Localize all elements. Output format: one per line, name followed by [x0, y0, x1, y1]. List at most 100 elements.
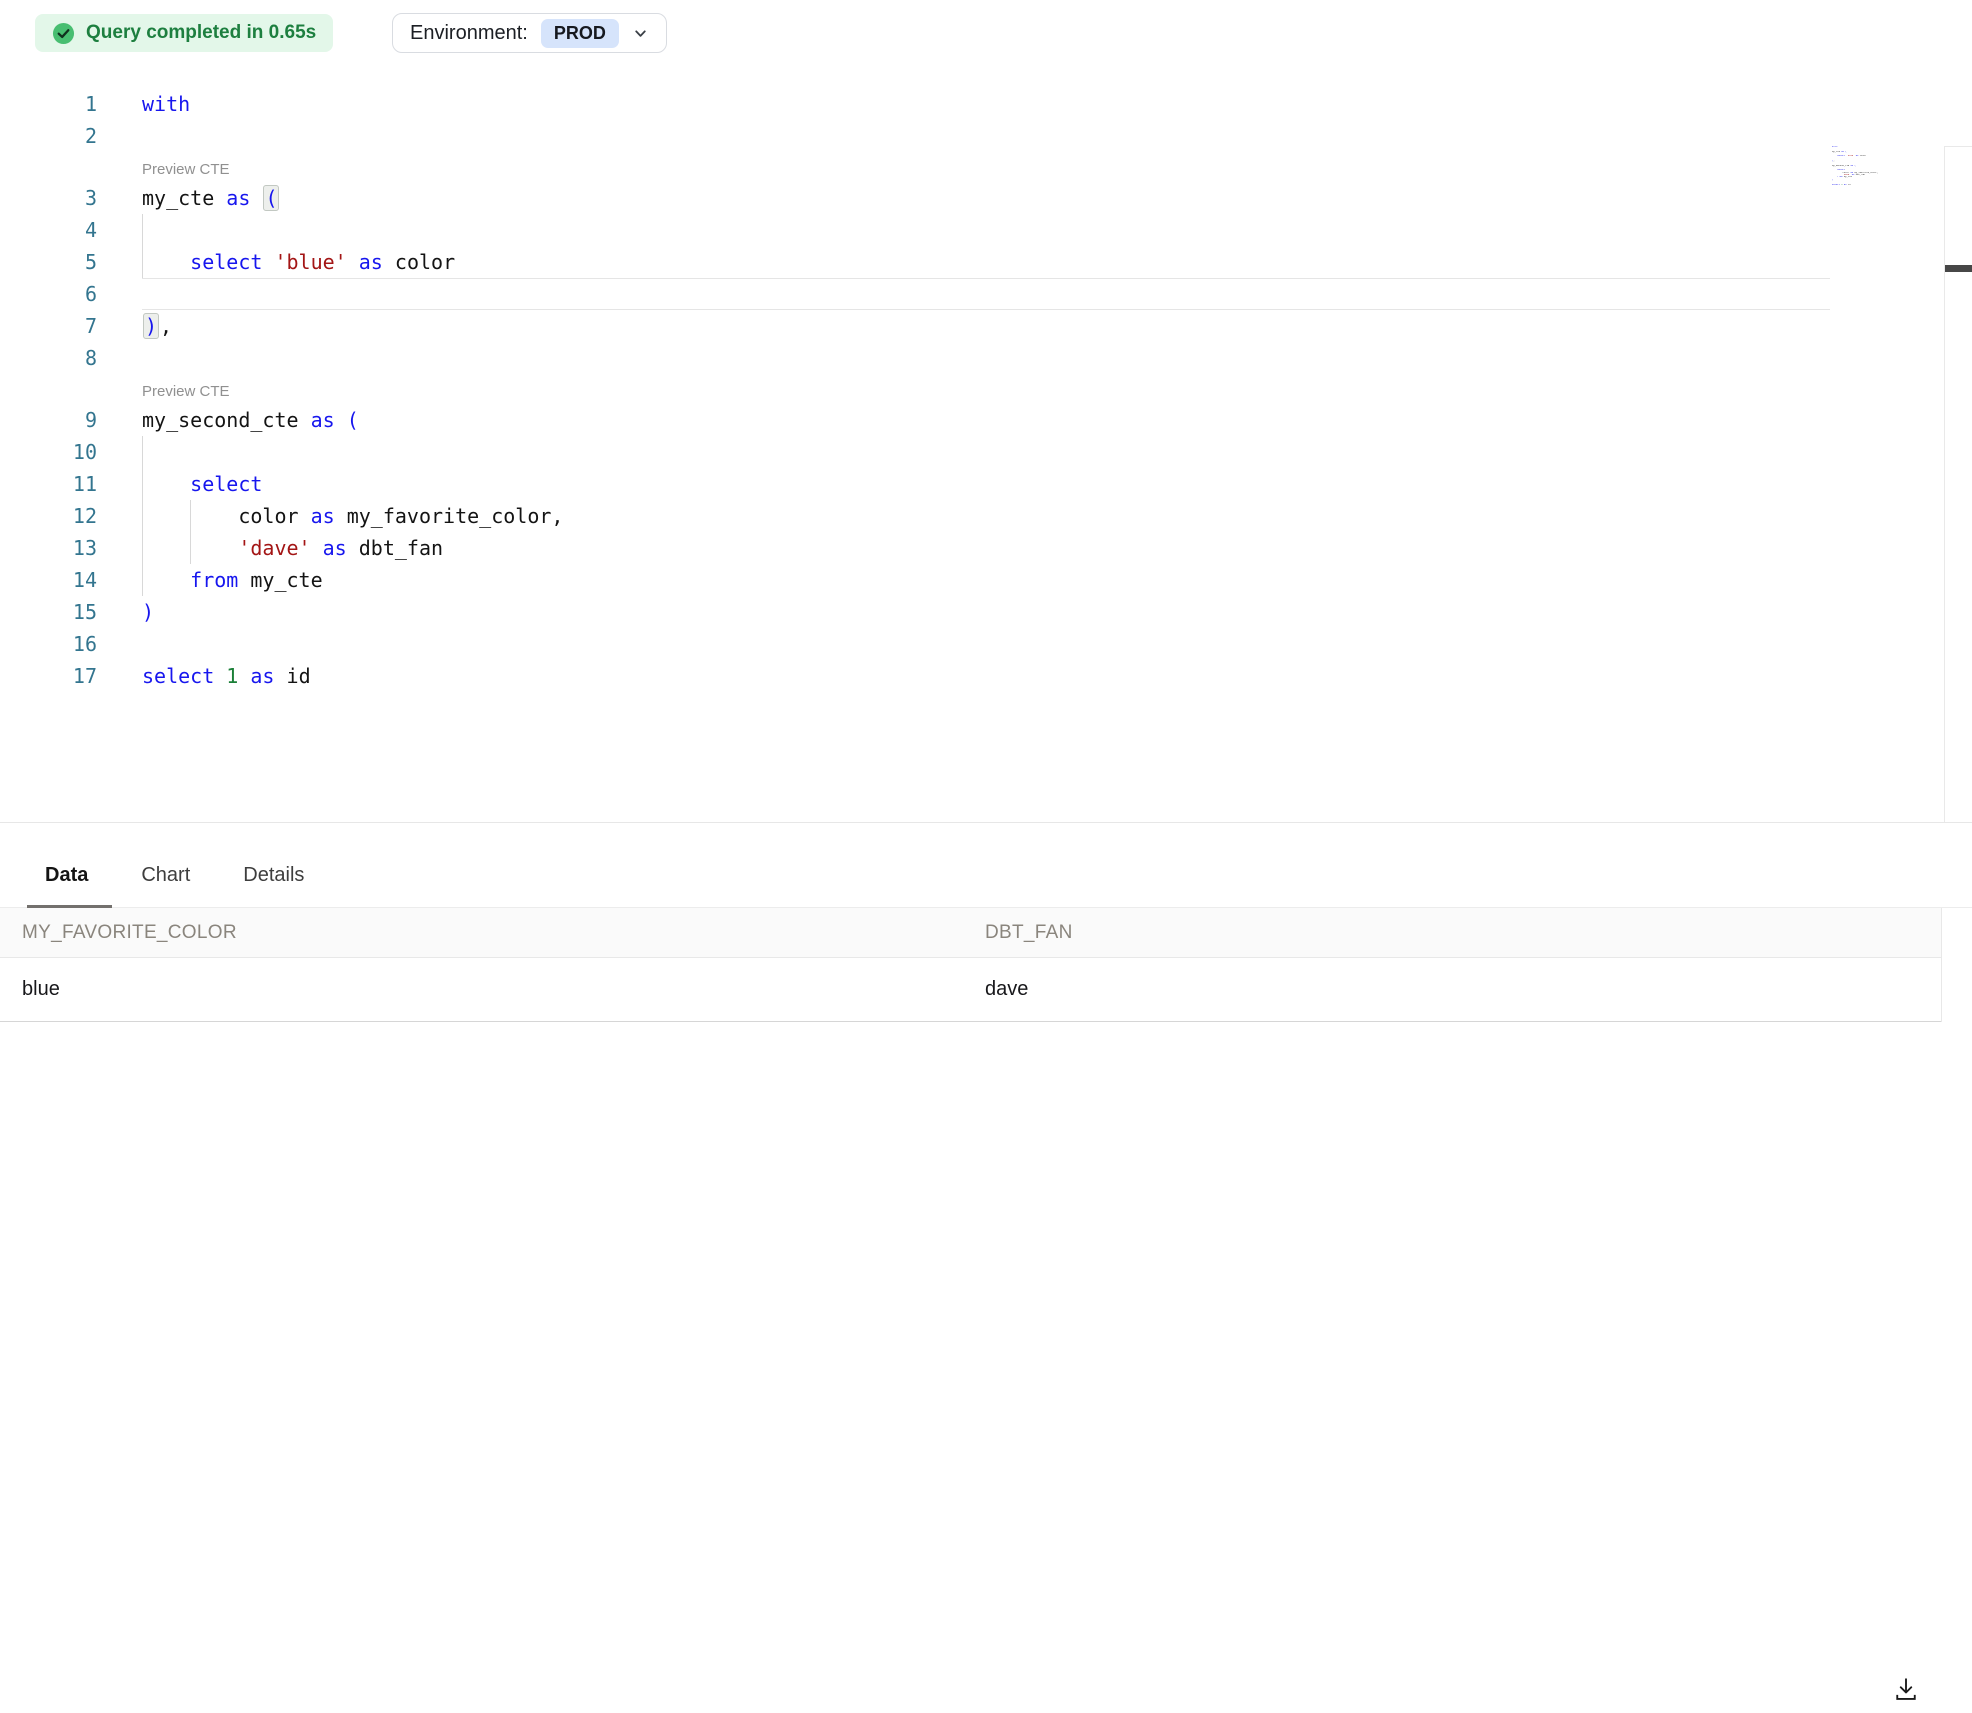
code-token: my_favorite_color,: [335, 504, 564, 528]
code-token: [142, 568, 190, 592]
matched-bracket: ): [143, 313, 159, 339]
code-token: as: [311, 408, 335, 432]
code-line-content[interactable]: from my_cte: [142, 564, 323, 596]
indent-guide: [142, 532, 143, 564]
code-token: ,: [160, 314, 172, 338]
code-line: 15): [0, 596, 563, 628]
code-token: [142, 250, 190, 274]
code-token: 'dave': [238, 536, 310, 560]
tab-chart[interactable]: Chart: [141, 864, 190, 887]
code-token: as: [323, 536, 347, 560]
preview-cte-cell: Preview CTE: [142, 374, 230, 404]
code-line-content[interactable]: ): [142, 596, 154, 628]
code-line: 8: [0, 342, 563, 374]
column-header-my-favorite-color: MY_FAVORITE_COLOR: [0, 922, 985, 944]
line-number: [0, 152, 97, 182]
code-line-content[interactable]: with: [142, 88, 190, 120]
code-rows: 1with2Preview CTE3my_cte as (45 select '…: [0, 88, 563, 692]
line-number: 15: [0, 596, 97, 628]
code-line-content[interactable]: [142, 120, 144, 152]
code-token: color: [142, 504, 311, 528]
environment-selector[interactable]: Environment: PROD: [392, 13, 667, 53]
indent-guide: [190, 532, 191, 564]
code-token: ): [142, 600, 154, 624]
code-line-content[interactable]: select 'blue' as color: [142, 246, 455, 278]
column-header-dbt-fan: DBT_FAN: [985, 922, 1941, 944]
code-token: select: [142, 664, 214, 688]
code-token: select: [190, 472, 262, 496]
preview-cte-button[interactable]: Preview CTE: [142, 383, 230, 400]
line-number: 8: [0, 342, 97, 374]
code-line-content[interactable]: 'dave' as dbt_fan: [142, 532, 443, 564]
code-token: as: [311, 504, 335, 528]
code-line-content[interactable]: my_second_cte as (: [142, 404, 359, 436]
code-line-content[interactable]: color as my_favorite_color,: [142, 500, 563, 532]
code-token: [347, 250, 359, 274]
code-token: [250, 186, 262, 210]
preview-cte-button[interactable]: Preview CTE: [142, 161, 230, 178]
indent-guide: [142, 564, 143, 596]
code-line-content[interactable]: [142, 278, 144, 310]
code-line-content[interactable]: ),: [142, 310, 172, 342]
line-number: 7: [0, 310, 97, 342]
line-number: [0, 374, 97, 404]
results-table: MY_FAVORITE_COLOR DBT_FAN blue dave: [0, 908, 1942, 1022]
code-token: (: [347, 408, 359, 432]
download-button[interactable]: [1882, 1665, 1930, 1713]
editor-scrollbar-track[interactable]: [1944, 146, 1972, 882]
code-line-content[interactable]: select: [142, 468, 262, 500]
line-number: 1: [0, 88, 97, 120]
tab-data[interactable]: Data: [45, 864, 88, 887]
code-line-content[interactable]: [142, 436, 144, 468]
code-line-content[interactable]: select 1 as id: [142, 660, 311, 692]
environment-value-badge: PROD: [541, 19, 619, 48]
code-token: id: [274, 664, 310, 688]
code-line: 17select 1 as id: [0, 660, 563, 692]
results-panel: Data Chart Details MY_FAVORITE_COLOR DBT_F…: [0, 822, 1972, 1026]
results-table-header: MY_FAVORITE_COLOR DBT_FAN: [0, 908, 1941, 958]
line-number: 6: [0, 278, 97, 310]
code-token: [335, 408, 347, 432]
code-line: 16: [0, 628, 563, 660]
code-line: 5 select 'blue' as color: [0, 246, 563, 278]
code-token: 'blue': [274, 250, 346, 274]
code-token: [262, 250, 274, 274]
code-line-content[interactable]: [142, 628, 144, 660]
line-number: 10: [0, 436, 97, 468]
code-line: 9my_second_cte as (: [0, 404, 563, 436]
code-line-content[interactable]: my_cte as (: [142, 182, 280, 214]
query-status-text: Query completed in 0.65s: [86, 22, 316, 44]
code-line: 13 'dave' as dbt_fan: [0, 532, 563, 564]
table-row: blue dave: [0, 958, 1941, 1022]
code-line: 1 with: [0, 88, 563, 120]
code-token: from: [190, 568, 238, 592]
code-token: as: [250, 664, 274, 688]
chevron-down-icon: [632, 25, 649, 42]
indent-guide: [142, 500, 143, 532]
indent-guide: [142, 246, 143, 278]
cell-my-favorite-color: blue: [0, 978, 985, 1001]
code-token: [238, 664, 250, 688]
environment-label: Environment:: [410, 22, 528, 45]
code-line: 10: [0, 436, 563, 468]
editor-minimap[interactable]: withmy_cte as ( select 'blue' as color),…: [1832, 146, 1902, 186]
tab-details[interactable]: Details: [243, 864, 304, 887]
line-number: 2: [0, 120, 97, 152]
preview-cte-row: Preview CTE: [0, 152, 563, 182]
code-line: 6: [0, 278, 563, 310]
preview-cte-row: Preview CTE: [0, 374, 563, 404]
line-number: 16: [0, 628, 97, 660]
code-line-content[interactable]: [142, 214, 144, 246]
line-number: 13: [0, 532, 97, 564]
indent-guide: [142, 436, 143, 468]
code-line-content[interactable]: [142, 342, 144, 374]
download-icon: [1892, 1675, 1920, 1703]
editor-scrollbar-thumb[interactable]: [1945, 265, 1972, 272]
status-badge: Query completed in 0.65s: [35, 14, 333, 52]
line-number: 11: [0, 468, 97, 500]
sql-editor[interactable]: 1with2Preview CTE3my_cte as (45 select '…: [0, 60, 1972, 822]
preview-cte-cell: Preview CTE: [142, 152, 230, 182]
code-line: 2: [0, 120, 563, 152]
code-token: my_cte: [238, 568, 322, 592]
code-line: 4: [0, 214, 563, 246]
